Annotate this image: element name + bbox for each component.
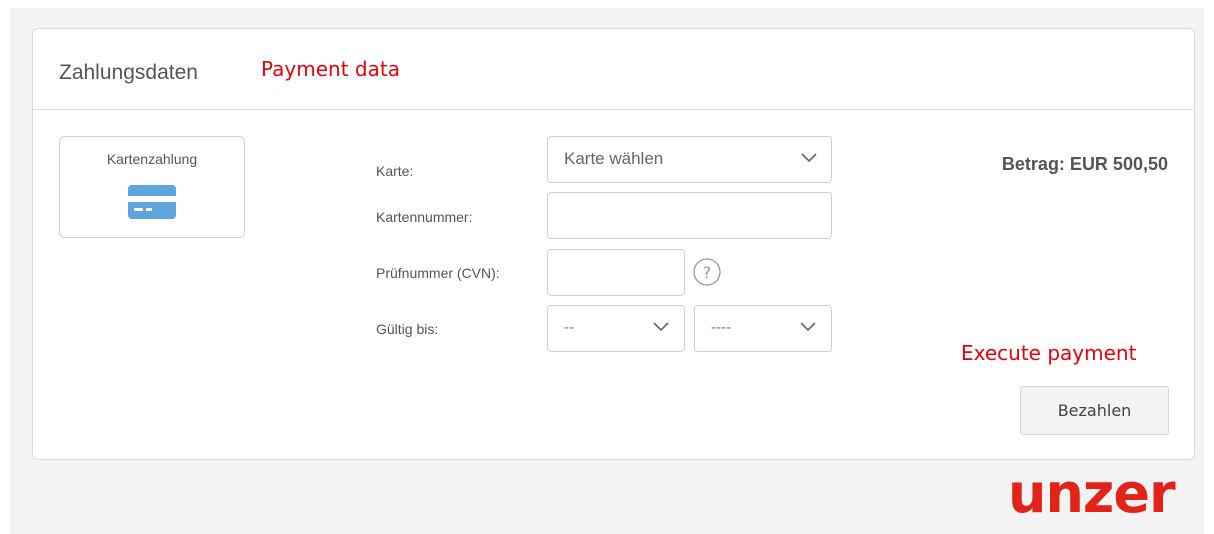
cvn-label: Prüfnummer (CVN): [376,265,500,281]
help-icon[interactable]: ? [691,256,723,288]
chevron-down-icon [801,153,817,163]
svg-text:?: ? [703,263,712,282]
payment-card: Zahlungsdaten Payment data Kartenzahlung… [32,28,1195,460]
amount-label: Betrag: EUR 500,50 [1001,154,1168,174]
svg-text:unzer: unzer [1008,466,1176,525]
unzer-logo: unzer [1008,462,1198,534]
card-number-input[interactable] [547,192,832,239]
expiry-year-value: ---- [711,319,731,336]
card-type-select-value: Karte wählen [564,149,664,168]
chevron-down-icon [800,322,816,332]
unzer-logo-mark: unzer [1008,462,1177,525]
card-type-select[interactable]: Karte wählen [547,136,832,183]
card-header: Zahlungsdaten Payment data [33,29,1194,110]
cvn-input[interactable] [547,249,685,296]
payment-data-annotation: Payment data [261,57,400,81]
pay-button[interactable]: Bezahlen [1020,386,1169,435]
card-type-label: Karte: [376,163,414,179]
card-number-label: Kartennummer: [376,209,473,225]
expiry-month-select[interactable]: -- [547,305,685,352]
credit-card-icon [128,185,176,219]
chevron-down-icon [653,322,669,332]
payment-method-card-tile[interactable]: Kartenzahlung [59,136,245,238]
page-title: Zahlungsdaten [59,61,198,84]
execute-payment-annotation: Execute payment [961,341,1137,365]
payment-method-label: Kartenzahlung [106,151,198,167]
expiry-year-select[interactable]: ---- [694,305,832,352]
expiry-month-value: -- [564,319,574,336]
valid-until-label: Gültig bis: [376,321,439,337]
